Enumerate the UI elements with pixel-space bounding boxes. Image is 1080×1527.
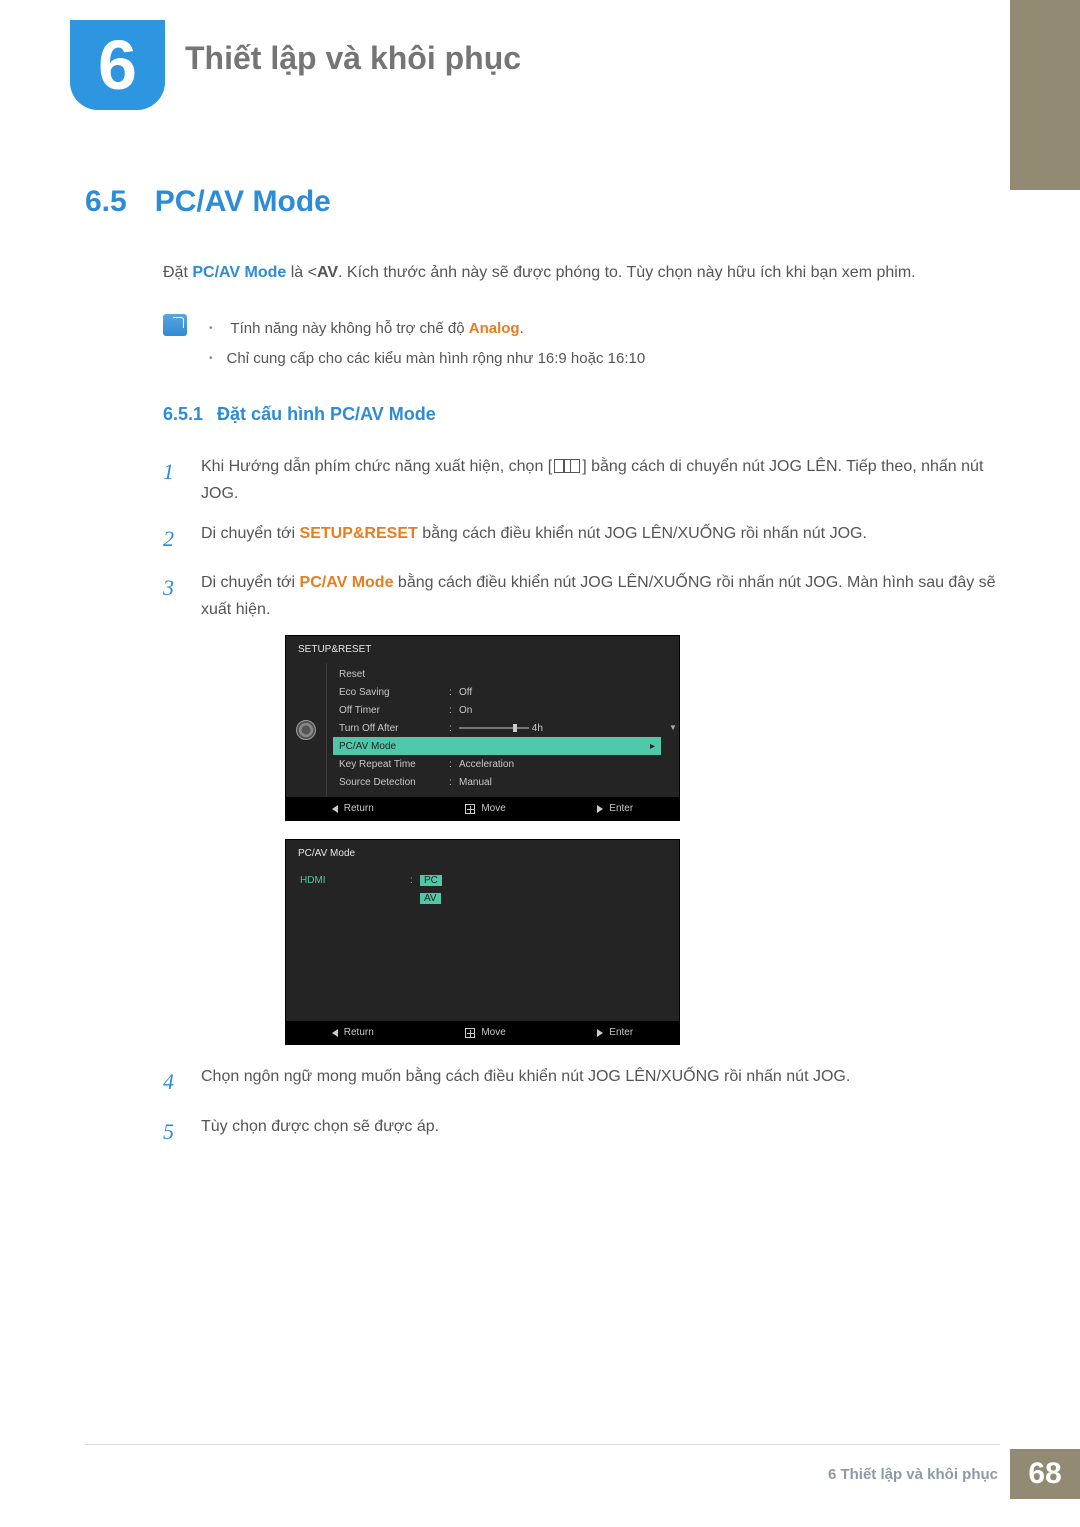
osd-setup-reset: SETUP&RESET Reset Eco Saving : Off Off T xyxy=(285,635,680,821)
osd-value: 4h xyxy=(532,723,543,734)
step-2: 2 Di chuyển tới SETUP&RESET bằng cách đi… xyxy=(163,520,1000,557)
menu-icon xyxy=(554,459,580,473)
text: Di chuyển tới xyxy=(201,525,300,542)
osd-scroll-indicator: ▼ xyxy=(667,663,679,797)
triangle-left-icon xyxy=(332,805,338,813)
osd-label: Turn Off After xyxy=(339,723,449,734)
section-heading: 6.5 PC/AV Mode xyxy=(85,185,1000,219)
chapter-title: Thiết lập và khôi phục xyxy=(185,40,521,77)
osd-value: Acceleration xyxy=(459,759,655,770)
osd-label: Reset xyxy=(339,669,449,680)
step-text: Tùy chọn được chọn sẽ được áp. xyxy=(201,1113,1000,1150)
side-strip xyxy=(1010,0,1080,190)
osd-value: On xyxy=(459,705,655,716)
osd-screenshots: SETUP&RESET Reset Eco Saving : Off Off T xyxy=(285,635,1000,1045)
analog-label: Analog xyxy=(469,320,520,337)
setup-reset-label: SETUP&RESET xyxy=(300,525,418,542)
osd-label: Source Detection xyxy=(339,777,449,788)
osd-slider: 4h xyxy=(459,723,655,734)
osd-value-pc: PC xyxy=(420,875,665,886)
triangle-right-icon xyxy=(597,805,603,813)
osd-row-pcav-selected: PC/AV Mode ▸ xyxy=(333,737,661,755)
note-icon xyxy=(163,314,187,336)
osd-row-reset: Reset xyxy=(333,665,661,683)
osd-enter: Enter xyxy=(597,803,633,814)
text: Tính năng này không hỗ trợ chế độ xyxy=(230,320,468,337)
osd-row-av: AV xyxy=(294,889,671,907)
note-block: Tính năng này không hỗ trợ chế độ Analog… xyxy=(163,314,1000,374)
text: . Kích thước ảnh này sẽ được phóng to. T… xyxy=(338,264,916,281)
plus-icon xyxy=(465,804,475,814)
note-list: Tính năng này không hỗ trợ chế độ Analog… xyxy=(209,314,645,374)
chapter-badge: 6 xyxy=(70,20,165,110)
footer-rule xyxy=(85,1444,1000,1445)
text: bằng cách điều khiển nút JOG LÊN/XUỐNG r… xyxy=(418,525,867,542)
osd-row-eco: Eco Saving : Off xyxy=(333,683,661,701)
osd-pcav-mode: PC/AV Mode HDMI : PC AV Return xyxy=(285,839,680,1045)
osd-return: Return xyxy=(332,803,374,814)
osd-label: PC/AV Mode xyxy=(339,741,449,752)
osd-row-hdmi: HDMI : PC xyxy=(294,871,671,889)
intro-paragraph: Đặt PC/AV Mode là <AV. Kích thước ảnh nà… xyxy=(163,259,1000,286)
plus-icon xyxy=(465,1028,475,1038)
step-text: Chọn ngôn ngữ mong muốn bằng cách điều k… xyxy=(201,1063,1000,1100)
pcav-mode-label: PC/AV Mode xyxy=(300,574,394,591)
note-item: Chỉ cung cấp cho các kiểu màn hình rộng … xyxy=(209,344,645,374)
av-label: AV xyxy=(317,264,338,281)
text: Khi Hướng dẫn phím chức năng xuất hiện, … xyxy=(201,458,552,475)
osd-value: Manual xyxy=(459,777,655,788)
step-number: 2 xyxy=(163,520,179,557)
content: 6.5 PC/AV Mode Đặt PC/AV Mode là <AV. Kí… xyxy=(85,185,1000,1162)
section-number: 6.5 xyxy=(85,185,127,219)
osd-footer: Return Move Enter xyxy=(286,1021,679,1044)
step-1: 1 Khi Hướng dẫn phím chức năng xuất hiện… xyxy=(163,453,1000,507)
subsection-number: 6.5.1 xyxy=(163,404,203,425)
osd-return: Return xyxy=(332,1027,374,1038)
pcav-mode-label: PC/AV Mode xyxy=(192,264,286,281)
osd-row-turnoff: Turn Off After : 4h xyxy=(333,719,661,737)
osd-move: Move xyxy=(465,1027,505,1038)
gear-icon xyxy=(296,720,316,740)
step-4: 4 Chọn ngôn ngữ mong muốn bằng cách điều… xyxy=(163,1063,1000,1100)
note-item: Tính năng này không hỗ trợ chế độ Analog… xyxy=(209,314,645,344)
step-5: 5 Tùy chọn được chọn sẽ được áp. xyxy=(163,1113,1000,1150)
text: . xyxy=(520,320,524,337)
triangle-right-icon xyxy=(597,1029,603,1037)
subsection-heading: 6.5.1 Đặt cấu hình PC/AV Mode xyxy=(163,404,1000,425)
osd-menu-list: Reset Eco Saving : Off Off Timer : On Tu… xyxy=(326,663,667,797)
text: là < xyxy=(286,264,317,281)
page-footer: 6 Thiết lập và khôi phục 68 xyxy=(828,1449,1080,1499)
osd-label: Off Timer xyxy=(339,705,449,716)
step-number: 1 xyxy=(163,453,179,507)
osd-sidebar xyxy=(286,663,326,797)
step-text: Di chuyển tới PC/AV Mode bằng cách điều … xyxy=(201,569,1000,623)
osd-value: Off xyxy=(459,687,655,698)
step-number: 4 xyxy=(163,1063,179,1100)
osd-label: Key Repeat Time xyxy=(339,759,449,770)
osd-row-source: Source Detection : Manual xyxy=(333,773,661,791)
step-text: Di chuyển tới SETUP&RESET bằng cách điều… xyxy=(201,520,1000,557)
osd-move: Move xyxy=(465,803,505,814)
step-3: 3 Di chuyển tới PC/AV Mode bằng cách điề… xyxy=(163,569,1000,623)
osd-label: HDMI xyxy=(300,875,410,886)
osd-enter: Enter xyxy=(597,1027,633,1038)
text: Đặt xyxy=(163,264,192,281)
step-number: 3 xyxy=(163,569,179,623)
step-number: 5 xyxy=(163,1113,179,1150)
osd-label: Eco Saving xyxy=(339,687,449,698)
osd-row-timer: Off Timer : On xyxy=(333,701,661,719)
osd-header: PC/AV Mode xyxy=(286,840,679,867)
osd-value-av: AV xyxy=(420,893,665,904)
page-number: 68 xyxy=(1010,1449,1080,1499)
osd-header: SETUP&RESET xyxy=(286,636,679,663)
text: Di chuyển tới xyxy=(201,574,300,591)
osd-row-keyrepeat: Key Repeat Time : Acceleration xyxy=(333,755,661,773)
subsection-title: Đặt cấu hình PC/AV Mode xyxy=(217,404,436,425)
section-title: PC/AV Mode xyxy=(155,185,331,219)
triangle-left-icon xyxy=(332,1029,338,1037)
footer-text: 6 Thiết lập và khôi phục xyxy=(828,1466,998,1483)
osd-footer: Return Move Enter xyxy=(286,797,679,820)
step-text: Khi Hướng dẫn phím chức năng xuất hiện, … xyxy=(201,453,1000,507)
